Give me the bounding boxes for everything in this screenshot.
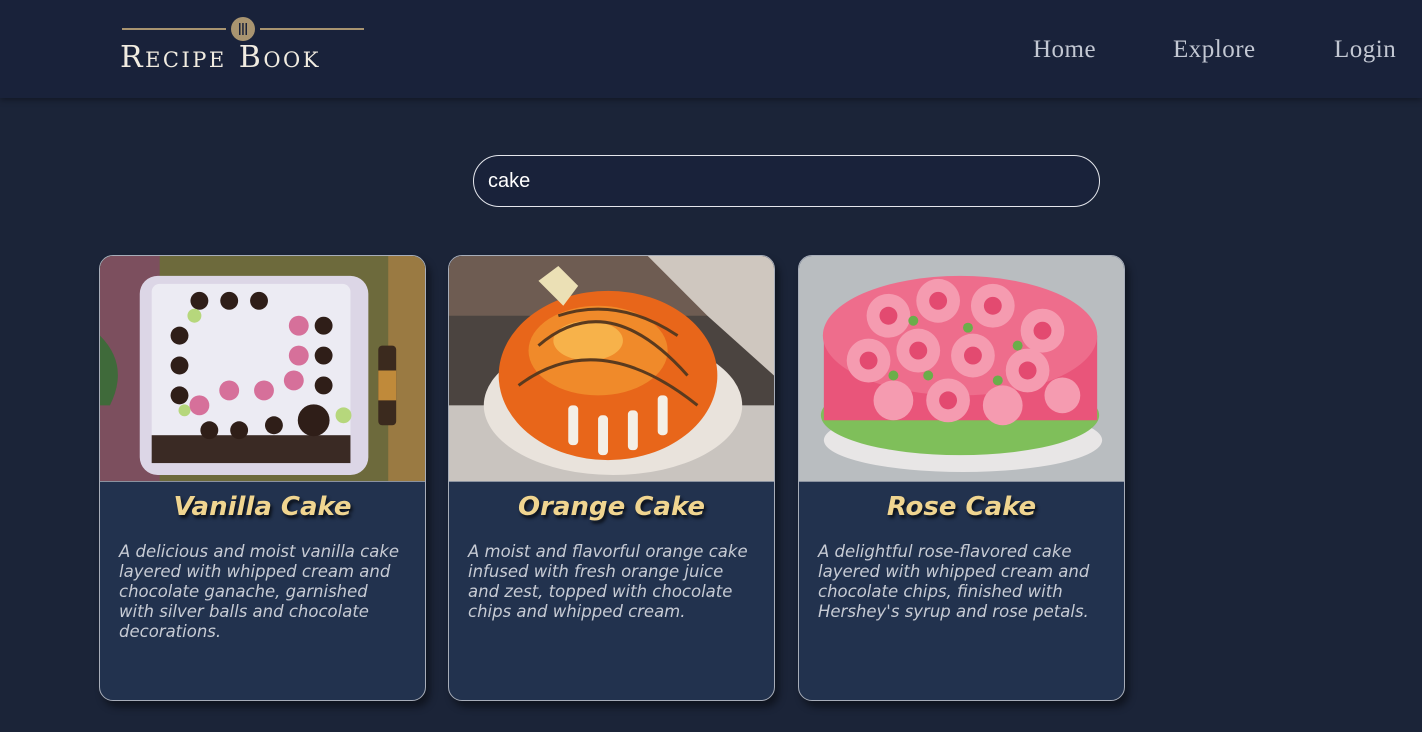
logo[interactable]: Recipe Book xyxy=(104,12,394,80)
recipe-card-vanilla[interactable]: Vanilla Cake A delicious and moist vanil… xyxy=(99,255,426,701)
search-box xyxy=(473,155,1100,207)
nav-home-link[interactable]: Home xyxy=(1033,36,1096,64)
recipe-title: Rose Cake xyxy=(886,492,1037,522)
logo-divider-left xyxy=(122,28,226,30)
search-input[interactable] xyxy=(474,156,1099,206)
recipe-title: Orange Cake xyxy=(518,492,705,522)
recipe-card-orange[interactable]: Orange Cake A moist and flavorful orange… xyxy=(448,255,775,701)
nav-explore-link[interactable]: Explore xyxy=(1173,36,1256,64)
recipe-description: A moist and flavorful orange cake infuse… xyxy=(468,542,748,621)
site-header: Recipe Book Home Explore Login xyxy=(0,0,1422,98)
rose-cake-photo xyxy=(799,256,1124,482)
logo-divider-right xyxy=(260,28,364,30)
vanilla-cake-photo xyxy=(100,256,425,482)
recipe-title: Vanilla Cake xyxy=(173,492,352,522)
recipe-card-rose[interactable]: Rose Cake A delightful rose-flavored cak… xyxy=(798,255,1125,701)
nav-login-link[interactable]: Login xyxy=(1334,36,1396,64)
orange-cake-photo xyxy=(449,256,774,482)
logo-text: Recipe Book xyxy=(120,40,321,75)
cutlery-icon xyxy=(231,17,255,41)
recipe-description: A delicious and moist vanilla cake layer… xyxy=(119,542,400,641)
recipe-description: A delightful rose-flavored cake layered … xyxy=(818,542,1090,621)
